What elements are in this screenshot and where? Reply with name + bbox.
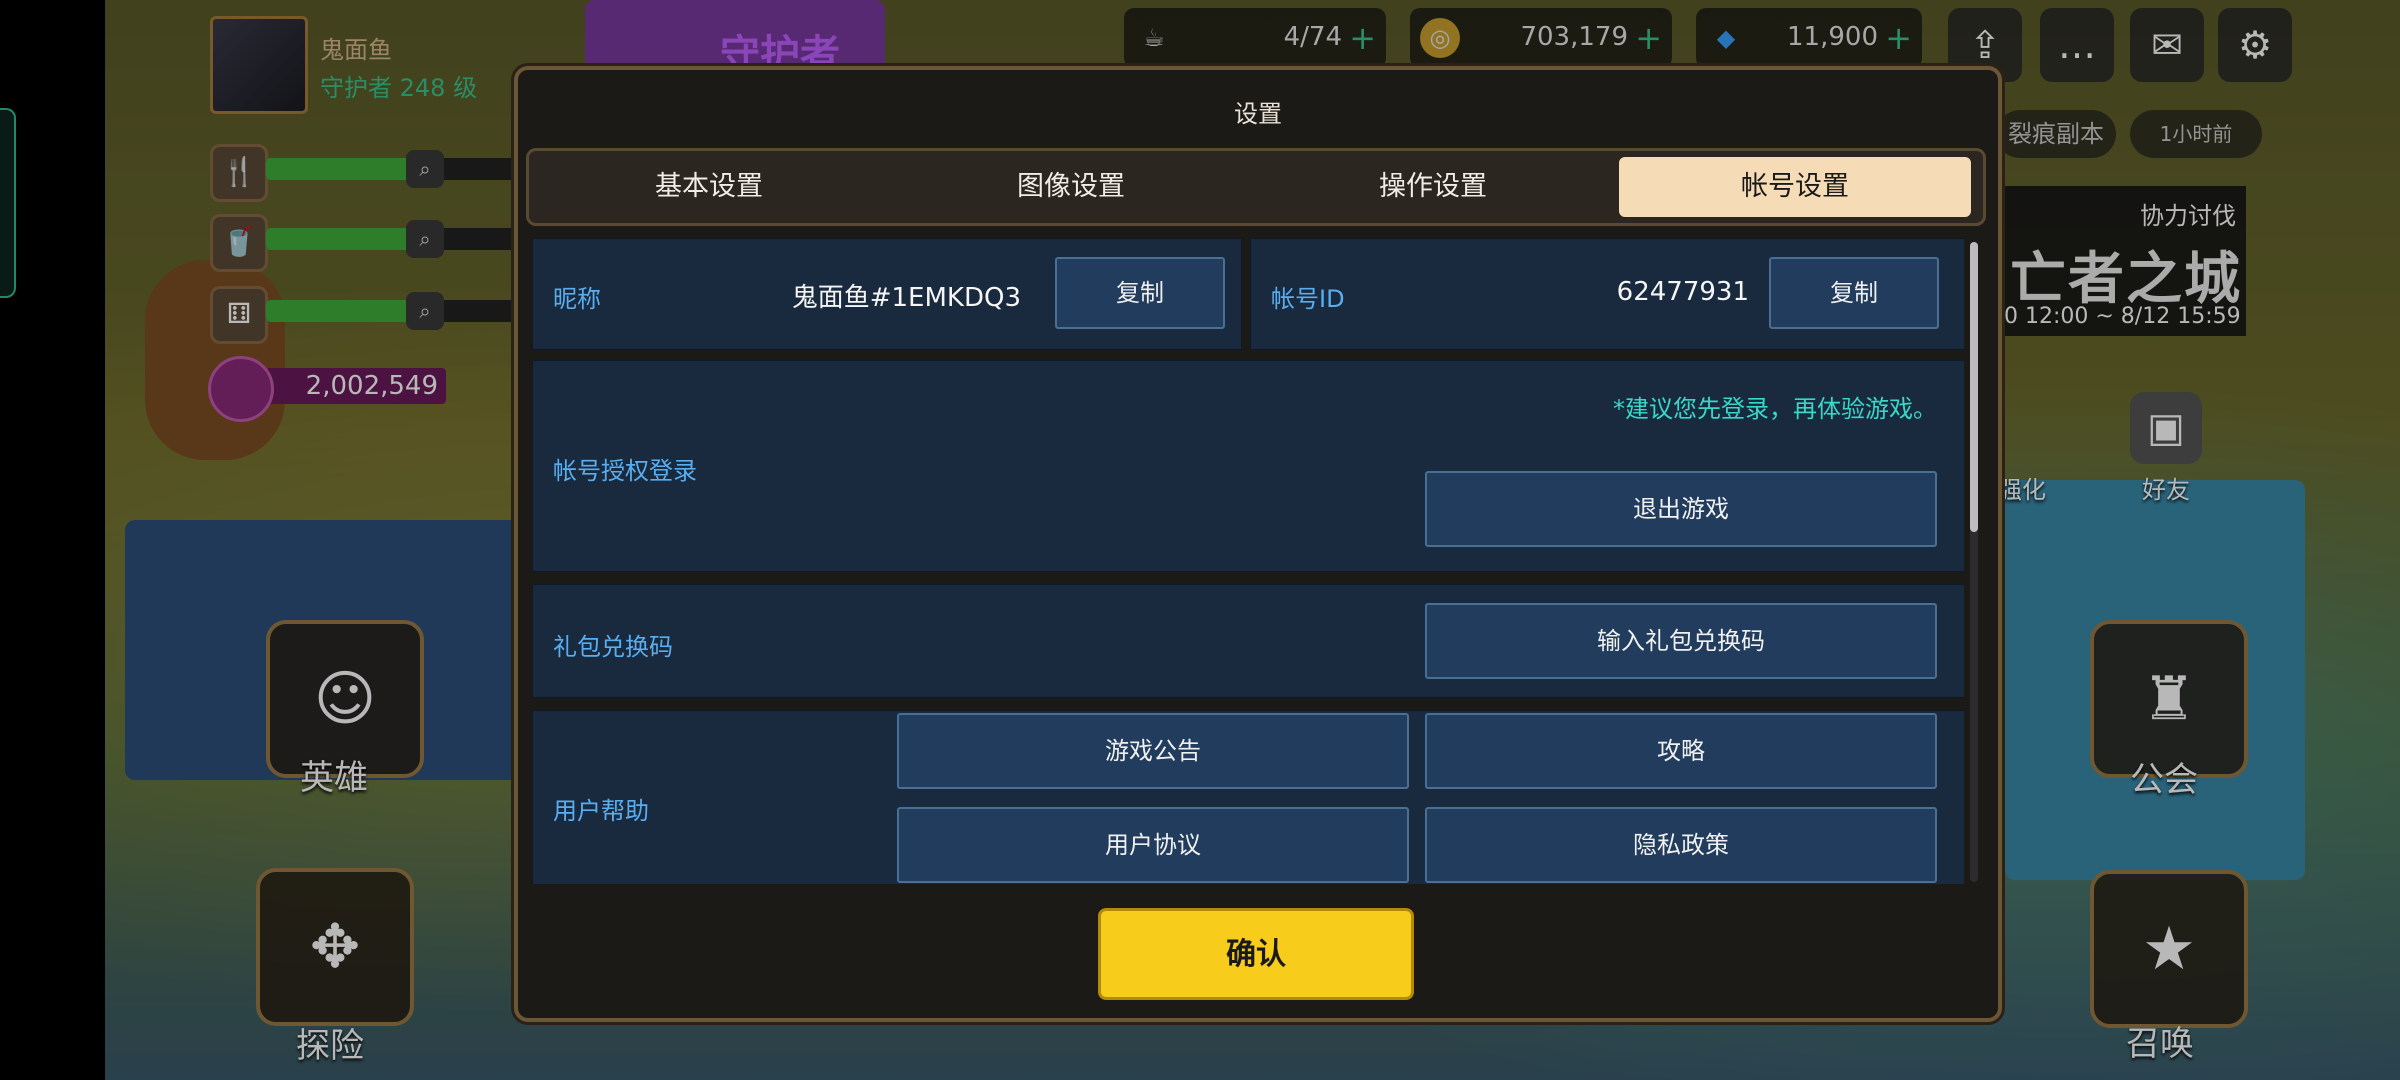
logout-button[interactable]: 退出游戏	[1425, 471, 1937, 547]
user-agreement-button[interactable]: 用户协议	[897, 807, 1409, 883]
copy-account-id-button[interactable]: 复制	[1769, 257, 1939, 329]
auth-label: 帐号授权登录	[553, 457, 697, 485]
account-id-label: 帐号ID	[1271, 285, 1345, 313]
nickname-label: 昵称	[553, 285, 601, 313]
auth-panel: 帐号授权登录 *建议您先登录，再体验游戏。 退出游戏	[532, 360, 1964, 572]
guide-button[interactable]: 攻略	[1425, 713, 1937, 789]
tab-account[interactable]: 帐号设置	[1619, 157, 1971, 217]
confirm-button[interactable]: 确认	[1098, 908, 1414, 1000]
help-panel: 用户帮助 游戏公告 攻略 用户协议 隐私政策	[532, 710, 1964, 884]
settings-tabs: 基本设置 图像设置 操作设置 帐号设置	[526, 148, 1986, 226]
login-hint: *建议您先登录，再体验游戏。	[1613, 395, 1937, 423]
help-label: 用户帮助	[553, 797, 649, 825]
side-drawer-handle[interactable]	[0, 108, 16, 298]
announcement-button[interactable]: 游戏公告	[897, 713, 1409, 789]
tab-basic[interactable]: 基本设置	[533, 157, 885, 217]
gift-code-panel: 礼包兑换码 输入礼包兑换码	[532, 584, 1964, 698]
tab-controls[interactable]: 操作设置	[1257, 157, 1609, 217]
account-settings-content[interactable]: 昵称 鬼面鱼#1EMKDQ3 复制 帐号ID 62477931 复制 帐号授权登…	[532, 238, 1964, 884]
nickname-value: 鬼面鱼#1EMKDQ3	[791, 283, 1021, 313]
copy-nickname-button[interactable]: 复制	[1055, 257, 1225, 329]
content-scrollbar[interactable]	[1970, 242, 1978, 882]
nickname-panel: 昵称 鬼面鱼#1EMKDQ3 复制	[532, 238, 1242, 350]
settings-dialog: 设置 基本设置 图像设置 操作设置 帐号设置 昵称 鬼面鱼#1EMKDQ3 复制…	[514, 66, 2002, 1022]
privacy-policy-button[interactable]: 隐私政策	[1425, 807, 1937, 883]
dialog-title: 设置	[1234, 100, 1282, 128]
gift-code-label: 礼包兑换码	[553, 633, 673, 661]
account-id-value: 62477931	[1616, 277, 1749, 307]
scrollbar-thumb[interactable]	[1970, 242, 1978, 532]
account-id-panel: 帐号ID 62477931 复制	[1250, 238, 1964, 350]
tab-graphics[interactable]: 图像设置	[895, 157, 1247, 217]
enter-gift-code-button[interactable]: 输入礼包兑换码	[1425, 603, 1937, 679]
